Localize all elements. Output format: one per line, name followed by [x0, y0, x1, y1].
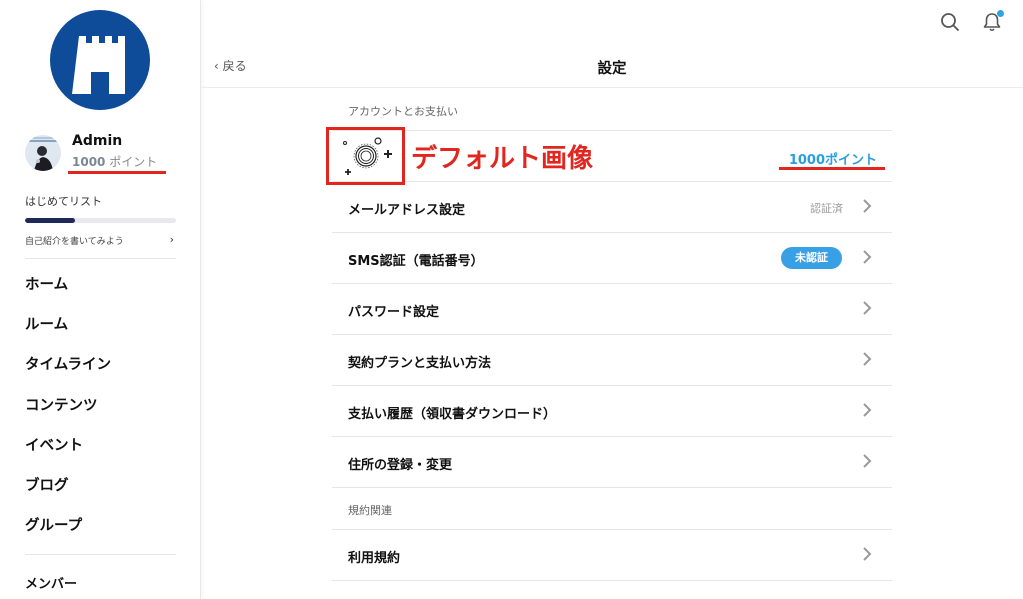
- user-points-number: 1000: [72, 155, 106, 169]
- sidebar-nav: ホーム ルーム タイムライン コンテンツ イベント ブログ グループ: [25, 274, 176, 555]
- checklist-title: はじめてリスト: [25, 195, 102, 208]
- row-label: 住所の登録・変更: [348, 458, 453, 473]
- user-profile[interactable]: Admin 1000 ポイント: [25, 133, 185, 173]
- annotation-label: デフォルト画像: [411, 144, 594, 174]
- row-label: 契約プランと支払い方法: [348, 356, 492, 371]
- castle-logo[interactable]: [50, 10, 150, 110]
- nav-item-events[interactable]: イベント: [25, 435, 176, 475]
- checklist-progress-fill: [25, 218, 75, 223]
- row-label: 利用規約: [348, 551, 401, 566]
- user-points-unit: ポイント: [109, 155, 158, 169]
- sidebar: Admin 1000 ポイント はじめてリスト 自己紹介を書いてみよう › ホー…: [0, 0, 201, 599]
- user-points: 1000 ポイント: [72, 153, 157, 170]
- top-bar-icons: [939, 10, 1009, 34]
- row-label: 支払い履歴（領収書ダウンロード）: [348, 407, 557, 422]
- intro-prompt-label: 自己紹介を書いてみよう: [25, 237, 124, 247]
- avatar[interactable]: [25, 135, 61, 171]
- search-icon[interactable]: [939, 11, 961, 33]
- chevron-right-icon: [863, 301, 872, 315]
- row-label: メールアドレス設定: [348, 203, 466, 218]
- status-badge: 未認証: [781, 247, 842, 269]
- section-label-account: アカウントとお支払い: [332, 89, 892, 131]
- chevron-right-icon: [863, 403, 872, 417]
- points-value[interactable]: 1000ポイント: [789, 149, 877, 168]
- nav-item-timeline[interactable]: タイムライン: [25, 354, 176, 394]
- settings-row-email[interactable]: メールアドレス設定 認証済: [332, 182, 892, 233]
- checklist-progress-bar: [25, 218, 176, 223]
- chevron-right-icon: [863, 199, 872, 213]
- chevron-right-icon: [863, 547, 872, 561]
- divider: [25, 258, 176, 259]
- nav-item-rooms[interactable]: ルーム: [25, 314, 176, 354]
- nav-item-members[interactable]: メンバー: [25, 573, 77, 592]
- intro-prompt-link[interactable]: 自己紹介を書いてみよう ›: [25, 233, 176, 247]
- nav-item-home[interactable]: ホーム: [25, 274, 176, 314]
- settings-row-terms[interactable]: 利用規約: [332, 530, 892, 581]
- page-title: 設定: [597, 61, 627, 77]
- chevron-right-icon: [863, 352, 872, 366]
- chevron-right-icon: [863, 250, 872, 264]
- settings-row-address[interactable]: 住所の登録・変更: [332, 437, 892, 488]
- chevron-right-icon: ›: [169, 233, 174, 246]
- annotation-underline-left: [68, 171, 166, 174]
- username: Admin: [72, 133, 123, 149]
- row-label: SMS認証（電話番号）: [348, 254, 484, 269]
- settings-row-plan[interactable]: 契約プランと支払い方法: [332, 335, 892, 386]
- settings-row-payment-history[interactable]: 支払い履歴（領収書ダウンロード）: [332, 386, 892, 437]
- page-header: ‹ 戻る 設定: [201, 40, 1023, 88]
- nav-item-contents[interactable]: コンテンツ: [25, 395, 176, 435]
- settings-row-sms[interactable]: SMS認証（電話番号） 未認証: [332, 233, 892, 284]
- settings-row-password[interactable]: パスワード設定: [332, 284, 892, 335]
- divider: [25, 554, 176, 555]
- chevron-right-icon: [863, 454, 872, 468]
- annotation-underline-right: [779, 167, 885, 170]
- status-text: 認証済: [810, 202, 843, 215]
- section-label-terms: 規約関連: [332, 488, 892, 530]
- notification-dot: [997, 10, 1004, 17]
- nav-item-blog[interactable]: ブログ: [25, 475, 176, 515]
- annotation-highlight-box: [326, 127, 405, 185]
- nav-item-groups[interactable]: グループ: [25, 515, 176, 555]
- row-label: パスワード設定: [348, 305, 440, 320]
